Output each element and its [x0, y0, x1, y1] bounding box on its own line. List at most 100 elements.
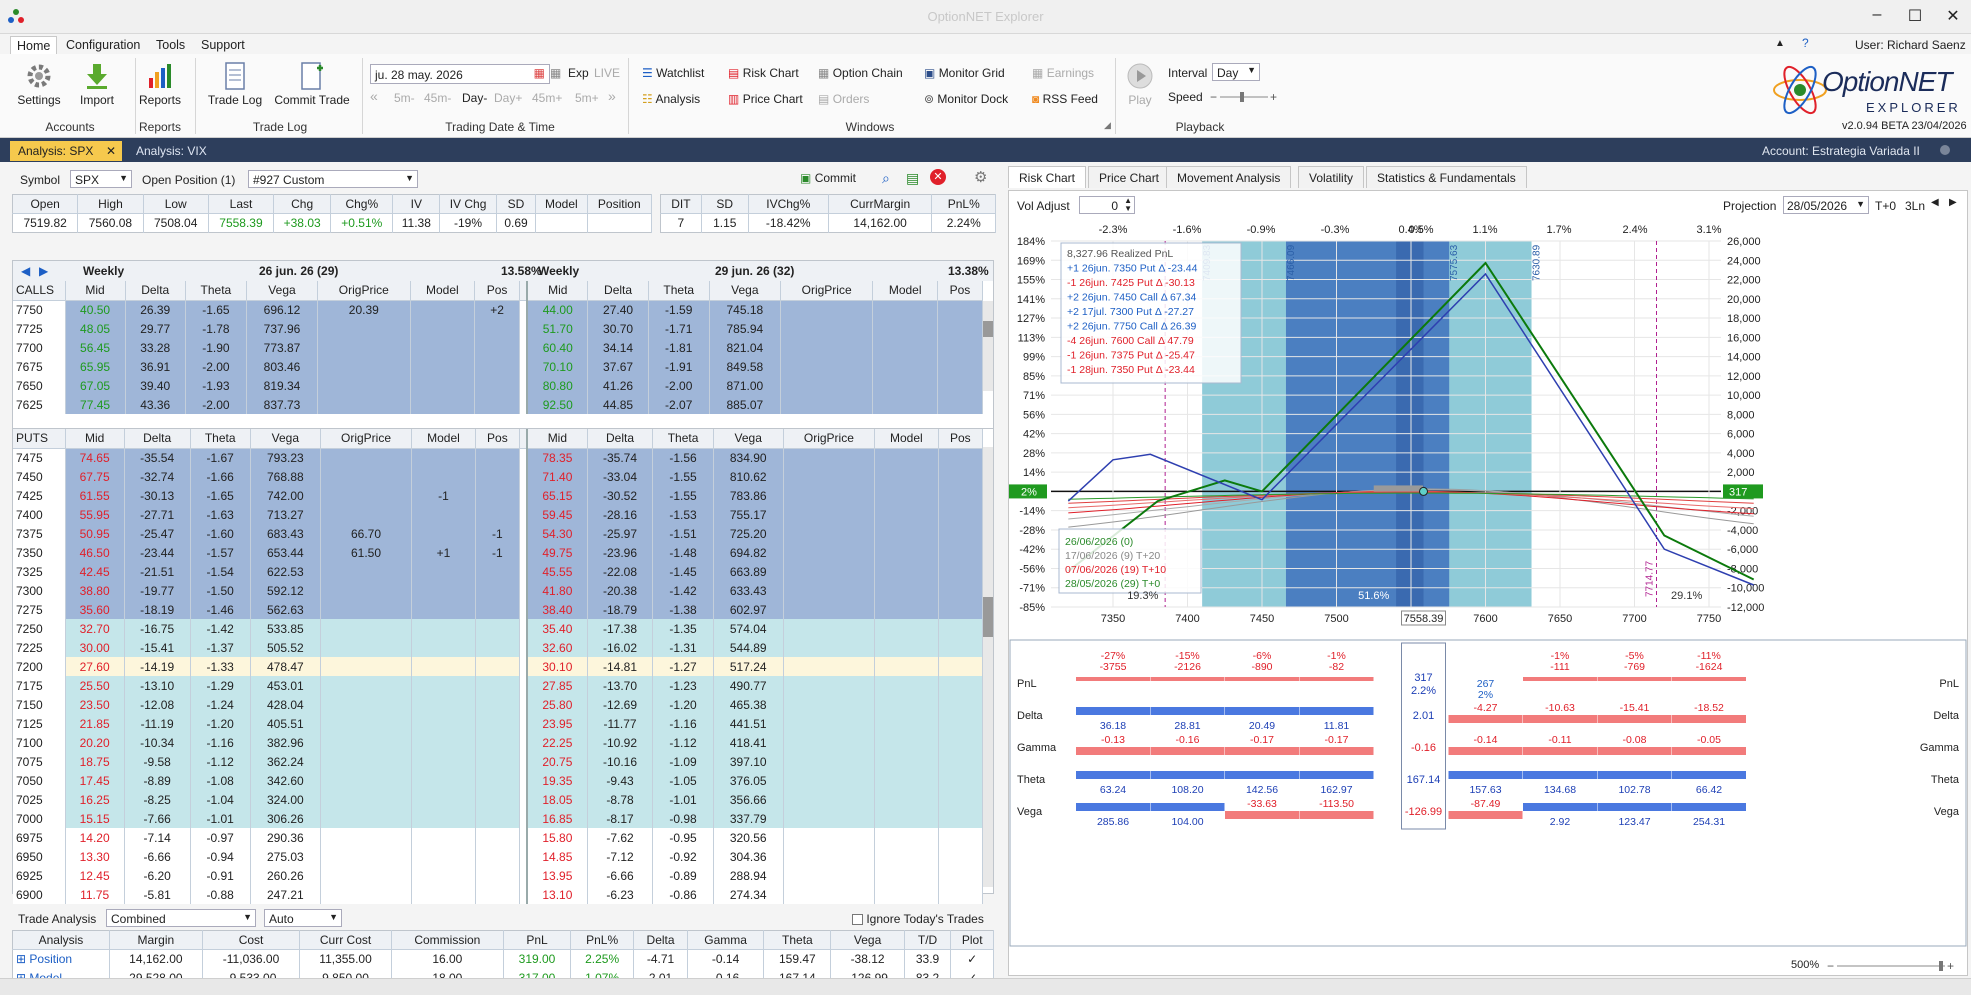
- chain-row[interactable]: 6950 13.30 -6.66 -0.94 275.03 14.85 -7.12 -0.92…: [13, 847, 984, 866]
- chain-cell[interactable]: [874, 448, 939, 467]
- menu-tools[interactable]: Tools: [150, 36, 191, 54]
- chain-cell[interactable]: -9.58: [124, 752, 191, 771]
- chain-cell[interactable]: -0.94: [190, 847, 251, 866]
- chain-cell[interactable]: -6.66: [587, 866, 654, 885]
- chain-cell[interactable]: 35.40: [527, 619, 588, 638]
- monitor-dock-button[interactable]: ⊚ Monitor Dock: [924, 92, 1008, 106]
- chain-cell[interactable]: [320, 695, 413, 714]
- chain-cell[interactable]: -1.50: [190, 581, 251, 600]
- chain-cell[interactable]: -1.60: [190, 524, 251, 543]
- chain-cell[interactable]: 405.51: [250, 714, 321, 733]
- chain-cell[interactable]: [874, 695, 939, 714]
- chain-cell[interactable]: 33.28: [125, 338, 186, 357]
- chain-cell[interactable]: [938, 790, 984, 809]
- chain-cell[interactable]: [874, 828, 939, 847]
- chain-cell[interactable]: -1.20: [652, 695, 714, 714]
- import-button[interactable]: Import: [72, 62, 122, 112]
- chain-cell[interactable]: [411, 885, 476, 904]
- chain-cell[interactable]: -5.81: [124, 885, 191, 904]
- close-icon[interactable]: ✕: [1938, 6, 1968, 28]
- chain-cell[interactable]: 382.96: [250, 733, 321, 752]
- chain-cell[interactable]: 418.41: [713, 733, 784, 752]
- projection-next-icon[interactable]: ▶: [1949, 197, 1957, 208]
- auto-select[interactable]: Auto ▼: [264, 909, 342, 927]
- chain-cell[interactable]: 32.70: [65, 619, 125, 638]
- chain-cell[interactable]: [475, 619, 521, 638]
- chain-cell[interactable]: -1.38: [652, 600, 714, 619]
- chain-cell[interactable]: 67.75: [65, 467, 125, 486]
- chain-cell[interactable]: [320, 885, 413, 904]
- chain-cell[interactable]: 304.36: [713, 847, 784, 866]
- orders-button[interactable]: ▤ Orders: [818, 92, 869, 106]
- chain-cell[interactable]: [475, 809, 521, 828]
- chain-cell[interactable]: [475, 733, 521, 752]
- chain-cell[interactable]: 19.35: [527, 771, 588, 790]
- watchlist-button[interactable]: ☰ Watchlist: [642, 66, 704, 80]
- menu-support[interactable]: Support: [195, 36, 251, 54]
- ignore-trades-checkbox[interactable]: Ignore Today's Trades: [852, 912, 984, 926]
- chain-cell[interactable]: 46.50: [65, 543, 125, 562]
- chain-cell[interactable]: 320.56: [713, 828, 784, 847]
- chain-cell[interactable]: [320, 448, 413, 467]
- chain-cell[interactable]: 694.82: [713, 543, 784, 562]
- chain-cell[interactable]: [872, 395, 938, 414]
- chain-cell[interactable]: -1.20: [190, 714, 251, 733]
- help-icon[interactable]: ?: [1802, 36, 1809, 50]
- chain-cell[interactable]: [475, 467, 521, 486]
- chain-cell[interactable]: [874, 752, 939, 771]
- chain-cell[interactable]: [475, 752, 521, 771]
- trade-analysis-row[interactable]: ⊞ Position 14,162.00 -11,036.00 11,355.00 16…: [12, 949, 994, 969]
- chain-cell[interactable]: [937, 319, 984, 338]
- chain-cell[interactable]: -17.38: [587, 619, 654, 638]
- chain-cell[interactable]: -14.81: [587, 657, 654, 676]
- chain-cell[interactable]: [780, 357, 874, 376]
- chain-cell[interactable]: -1.90: [185, 338, 248, 357]
- chain-cell[interactable]: 41.80: [527, 581, 588, 600]
- chain-cell[interactable]: 505.52: [250, 638, 321, 657]
- chain-cell[interactable]: 737.96: [246, 319, 318, 338]
- chain-cell[interactable]: 25.80: [527, 695, 588, 714]
- chain-cell[interactable]: 36.91: [125, 357, 186, 376]
- chain-cell[interactable]: [874, 676, 939, 695]
- chain-cell[interactable]: [937, 300, 984, 319]
- chain-cell[interactable]: [320, 828, 413, 847]
- chain-row[interactable]: 7725 48.05 29.77 -1.78 737.96 51.70 30.70 -1.71…: [13, 319, 984, 338]
- chain-cell[interactable]: -1.81: [648, 338, 710, 357]
- chain-cell[interactable]: 337.79: [713, 809, 784, 828]
- chain-cell[interactable]: -0.98: [652, 809, 714, 828]
- chain-cell[interactable]: [783, 771, 876, 790]
- current-price-marker[interactable]: [1419, 486, 1429, 496]
- close-tab-icon[interactable]: ✕: [106, 144, 116, 158]
- reports-button[interactable]: Reports: [135, 62, 185, 112]
- chain-cell[interactable]: -8.78: [587, 790, 654, 809]
- chain-cell[interactable]: [872, 300, 938, 319]
- collapse-ribbon-icon[interactable]: ▲: [1775, 38, 1785, 49]
- chain-cell[interactable]: [320, 619, 413, 638]
- chain-cell[interactable]: 633.43: [713, 581, 784, 600]
- commit-button[interactable]: ▣ Commit: [800, 171, 856, 185]
- chain-cell[interactable]: [411, 828, 476, 847]
- chain-cell[interactable]: [474, 395, 521, 414]
- chain-cell[interactable]: -1.57: [190, 543, 251, 562]
- chain-cell[interactable]: -7.62: [587, 828, 654, 847]
- chain-cell[interactable]: 27.85: [527, 676, 588, 695]
- chain-cell[interactable]: 478.47: [250, 657, 321, 676]
- chain-cell[interactable]: 11.75: [65, 885, 125, 904]
- risk-chart[interactable]: 184% 169% 155% 141% 127% 113% 99% 85% 71% 56% 42% 2…: [1009, 219, 1967, 639]
- chain-cell[interactable]: 70.10: [527, 357, 589, 376]
- chain-cell[interactable]: [872, 376, 938, 395]
- chain-cell[interactable]: -25.97: [587, 524, 654, 543]
- chain-cell[interactable]: 23.50: [65, 695, 125, 714]
- chain-cell[interactable]: [783, 600, 876, 619]
- chain-cell[interactable]: -1.53: [652, 505, 714, 524]
- chain-cell[interactable]: 465.38: [713, 695, 784, 714]
- chain-cell[interactable]: -1: [475, 543, 521, 562]
- chain-row[interactable]: 7150 23.50 -12.08 -1.24 428.04 25.80 -12.69 -1.…: [13, 695, 984, 714]
- chain-cell[interactable]: [411, 657, 476, 676]
- chain-cell[interactable]: +2: [474, 300, 521, 319]
- chain-cell[interactable]: 65.95: [65, 357, 126, 376]
- chain-cell[interactable]: 810.62: [713, 467, 784, 486]
- chain-cell[interactable]: [475, 638, 521, 657]
- risk-chart-button[interactable]: ▤ Risk Chart: [728, 66, 799, 80]
- chain-cell[interactable]: 44.00: [527, 300, 589, 319]
